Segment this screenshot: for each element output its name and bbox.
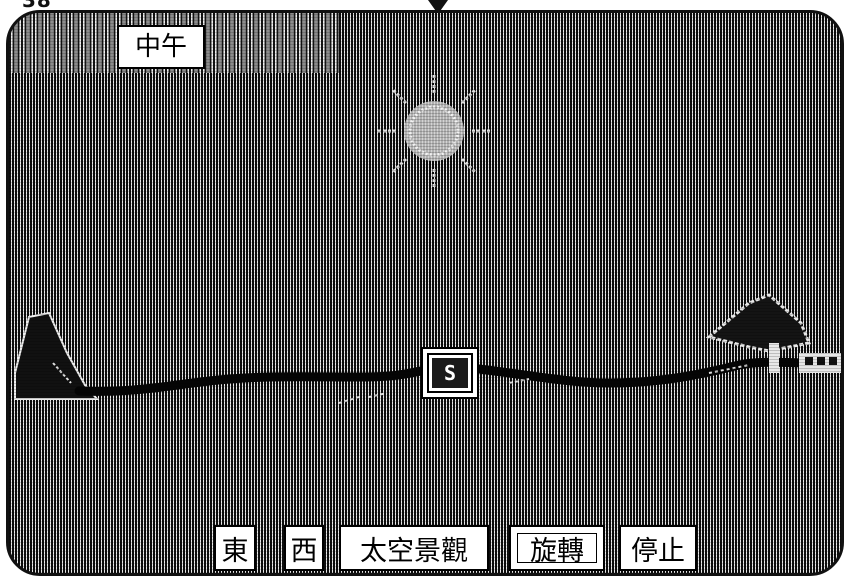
game-screen: 中午 S 東 西 太空景觀 旋轉 停止: [6, 10, 844, 576]
menu-item-space-view[interactable]: 太空景觀: [339, 525, 489, 571]
compass-marker: S: [421, 347, 479, 399]
time-of-day-label: 中午: [117, 25, 205, 69]
menu-item-west[interactable]: 西: [284, 525, 324, 571]
sun-icon: [376, 75, 492, 187]
house-icon: [705, 293, 841, 373]
menu-item-rotate[interactable]: 旋轉: [509, 525, 605, 571]
menu-item-east[interactable]: 東: [214, 525, 256, 571]
rock-icon: [14, 311, 100, 400]
landscape-scene: [14, 75, 841, 404]
command-menu: 東 西 太空景觀 旋轉 停止: [209, 525, 709, 573]
menu-item-stop[interactable]: 停止: [619, 525, 697, 571]
compass-marker-letter: S: [427, 353, 473, 393]
